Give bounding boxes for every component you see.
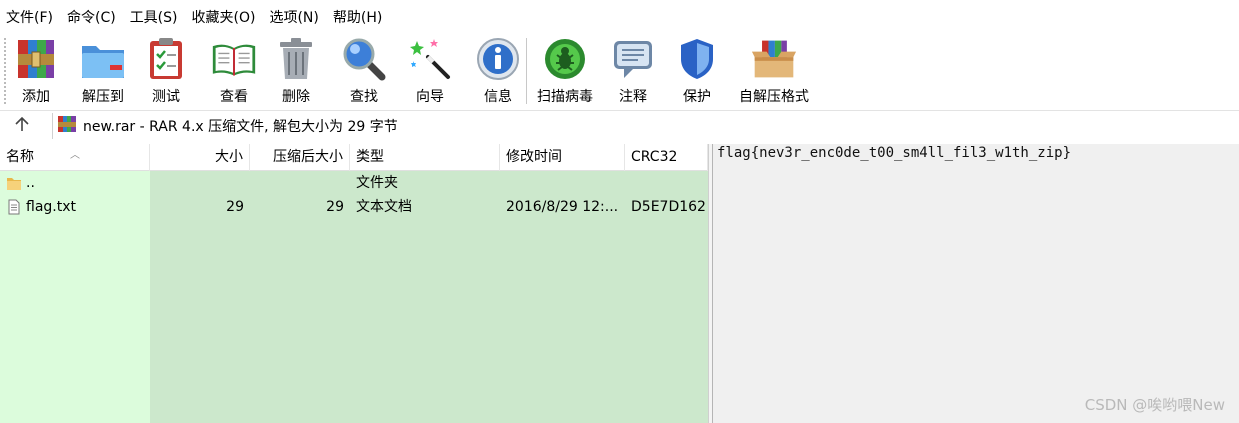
watermark: CSDN @唉哟喂New (1084, 396, 1225, 414)
file-size: 29 (226, 199, 244, 215)
trash-icon (273, 36, 319, 82)
protect-button[interactable]: 保护 (677, 34, 717, 106)
file-row[interactable]: flag.txt 29 29 文本文档 2016/8/29 12:... D5E… (0, 195, 708, 219)
sort-ascending-icon: ︿ (70, 150, 80, 161)
rar-archive-icon (57, 115, 77, 137)
find-button[interactable]: 查找 (342, 34, 386, 106)
preview-pane: flag{nev3r_enc0de_t00_sm4ll_fil3_w1th_zi… (713, 144, 1239, 423)
file-name: flag.txt (26, 199, 76, 215)
column-header-size[interactable]: 大小 (150, 144, 250, 171)
delete-label: 删除 (282, 89, 310, 105)
extract-folder-icon (80, 36, 126, 82)
toolbar-separator (526, 38, 527, 104)
extract-to-button[interactable]: 解压到 (78, 34, 128, 106)
address-field[interactable]: new.rar - RAR 4.x 压缩文件, 解包大小为 29 字节 (52, 113, 1239, 139)
view-button[interactable]: 查看 (208, 34, 260, 106)
column-header-crc32[interactable]: CRC32 (625, 144, 708, 171)
file-type: 文件夹 (356, 175, 398, 191)
file-type: 文本文档 (356, 199, 412, 215)
wizard-button[interactable]: 向导 (408, 34, 452, 106)
sfx-button[interactable]: 自解压格式 (737, 34, 811, 106)
up-button[interactable] (8, 115, 36, 137)
scan-virus-label: 扫描病毒 (537, 89, 593, 105)
find-label: 查找 (350, 89, 378, 105)
preview-content: flag{nev3r_enc0de_t00_sm4ll_fil3_w1th_zi… (717, 145, 1072, 161)
file-modified: 2016/8/29 12:... (506, 199, 619, 215)
file-crc32: D5E7D162 (631, 199, 706, 215)
view-label: 查看 (220, 89, 248, 105)
add-label: 添加 (22, 89, 50, 105)
info-button[interactable]: 信息 (476, 34, 520, 106)
add-archive-icon (13, 36, 59, 82)
comment-icon (610, 36, 656, 82)
column-header-packed-size[interactable]: 压缩后大小 (250, 144, 350, 171)
wizard-wand-icon (407, 36, 453, 82)
file-list[interactable]: 名称 ︿ 大小 压缩后大小 类型 修改时间 CRC32 .. 文件夹 flag.… (0, 144, 708, 423)
column-header-name[interactable]: 名称 ︿ (0, 144, 150, 171)
sfx-label: 自解压格式 (739, 89, 809, 105)
extract-to-label: 解压到 (82, 89, 124, 105)
column-header-type[interactable]: 类型 (350, 144, 500, 171)
info-icon (475, 36, 521, 82)
file-list-header: 名称 ︿ 大小 压缩后大小 类型 修改时间 CRC32 (0, 144, 708, 171)
view-book-icon (211, 36, 257, 82)
file-packed-size: 29 (326, 199, 344, 215)
protect-label: 保护 (683, 89, 711, 105)
file-name: .. (26, 175, 35, 191)
add-button[interactable]: 添加 (14, 34, 58, 106)
menu-help[interactable]: 帮助(H) (333, 7, 382, 27)
test-label: 测试 (152, 89, 180, 105)
column-header-modified[interactable]: 修改时间 (500, 144, 625, 171)
column-header-name-label: 名称 (6, 149, 34, 165)
comment-label: 注释 (619, 89, 647, 105)
menu-file[interactable]: 文件(F) (6, 7, 53, 27)
comment-button[interactable]: 注释 (611, 34, 655, 106)
virus-scan-icon (542, 36, 588, 82)
sfx-box-icon (751, 36, 797, 82)
wizard-label: 向导 (416, 89, 444, 105)
address-bar: new.rar - RAR 4.x 压缩文件, 解包大小为 29 字节 (0, 110, 1239, 140)
menu-options[interactable]: 选项(N) (269, 7, 318, 27)
file-packed-size (250, 171, 350, 195)
test-clipboard-icon (143, 36, 189, 82)
delete-button[interactable]: 删除 (276, 34, 316, 106)
file-size (150, 171, 250, 195)
menu-favorites[interactable]: 收藏夹(O) (192, 7, 256, 27)
scan-virus-button[interactable]: 扫描病毒 (533, 34, 597, 106)
file-crc32 (625, 171, 708, 195)
address-text: new.rar - RAR 4.x 压缩文件, 解包大小为 29 字节 (83, 119, 398, 135)
toolbar-grip (4, 38, 8, 104)
shield-icon (674, 36, 720, 82)
file-modified (500, 171, 625, 195)
menu-tools[interactable]: 工具(S) (130, 7, 178, 27)
test-button[interactable]: 测试 (146, 34, 186, 106)
menu-commands[interactable]: 命令(C) (67, 7, 116, 27)
magnifier-icon (341, 36, 387, 82)
menu-bar: 文件(F) 命令(C) 工具(S) 收藏夹(O) 选项(N) 帮助(H) (0, 0, 1239, 34)
file-row[interactable]: .. 文件夹 (0, 171, 708, 195)
arrow-up-icon (14, 116, 30, 136)
info-label: 信息 (484, 89, 512, 105)
toolbar: 添加 解压到 测试 查看 删除 查找 向导 信息 扫描病毒 注释 保护 自解压格… (0, 34, 1239, 108)
